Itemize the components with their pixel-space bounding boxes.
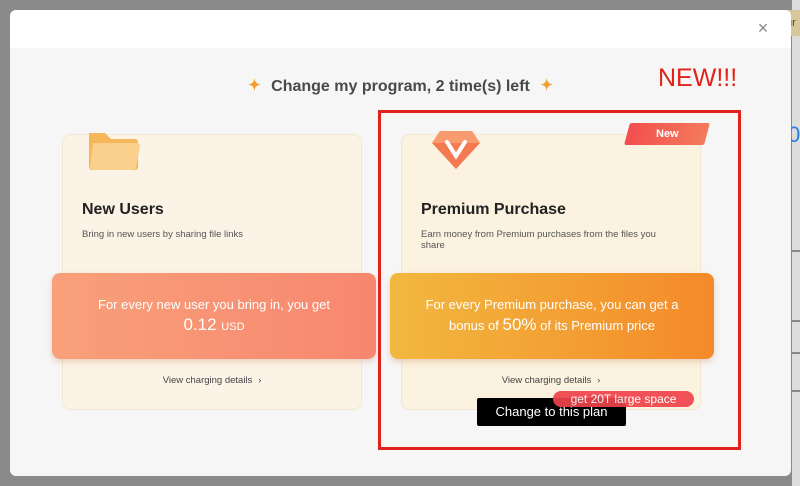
new-annotation: NEW!!! [658, 64, 738, 92]
view-charging-details-link[interactable]: View charging details › [63, 375, 361, 386]
view-details-label: View charging details [162, 375, 253, 386]
promo-banner-new-users: For every new user you bring in, you get… [52, 273, 376, 359]
space-tag: get 20T large space [553, 391, 694, 407]
modal-title-text: Change my program, 2 time(s) left [271, 78, 530, 95]
background-app [792, 0, 800, 486]
promo-text: For every new user you bring in, you get [98, 297, 330, 312]
plan-card-new-users[interactable]: New Users Bring in new users by sharing … [62, 133, 362, 410]
chevron-right-icon: › [258, 375, 262, 385]
card-description: Bring in new users by sharing file links [82, 229, 244, 240]
sparkle-icon: ✦ [248, 77, 261, 94]
promo-value: 0.12 [183, 315, 217, 334]
card-title: New Users [82, 201, 164, 218]
promo-unit: USD [221, 321, 245, 333]
sparkle-icon: ✦ [540, 77, 553, 94]
folder-icon [85, 123, 141, 178]
promo-amount: 0.12 USD [52, 315, 376, 335]
close-icon[interactable]: × [753, 18, 773, 38]
modal-header: × [10, 10, 791, 48]
change-program-modal: × ✦ Change my program, 2 time(s) left ✦ … [10, 10, 791, 476]
